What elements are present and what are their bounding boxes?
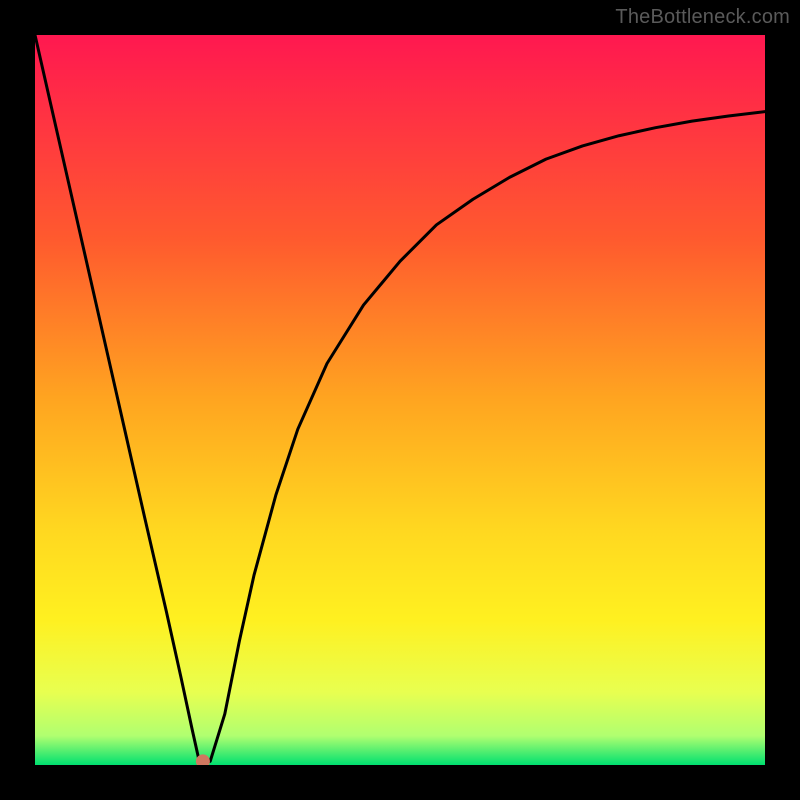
plot-area xyxy=(35,35,765,765)
watermark-text: TheBottleneck.com xyxy=(615,6,790,29)
gradient-bg xyxy=(35,35,765,765)
chart-frame: TheBottleneck.com xyxy=(0,0,800,800)
chart-svg xyxy=(35,35,765,765)
